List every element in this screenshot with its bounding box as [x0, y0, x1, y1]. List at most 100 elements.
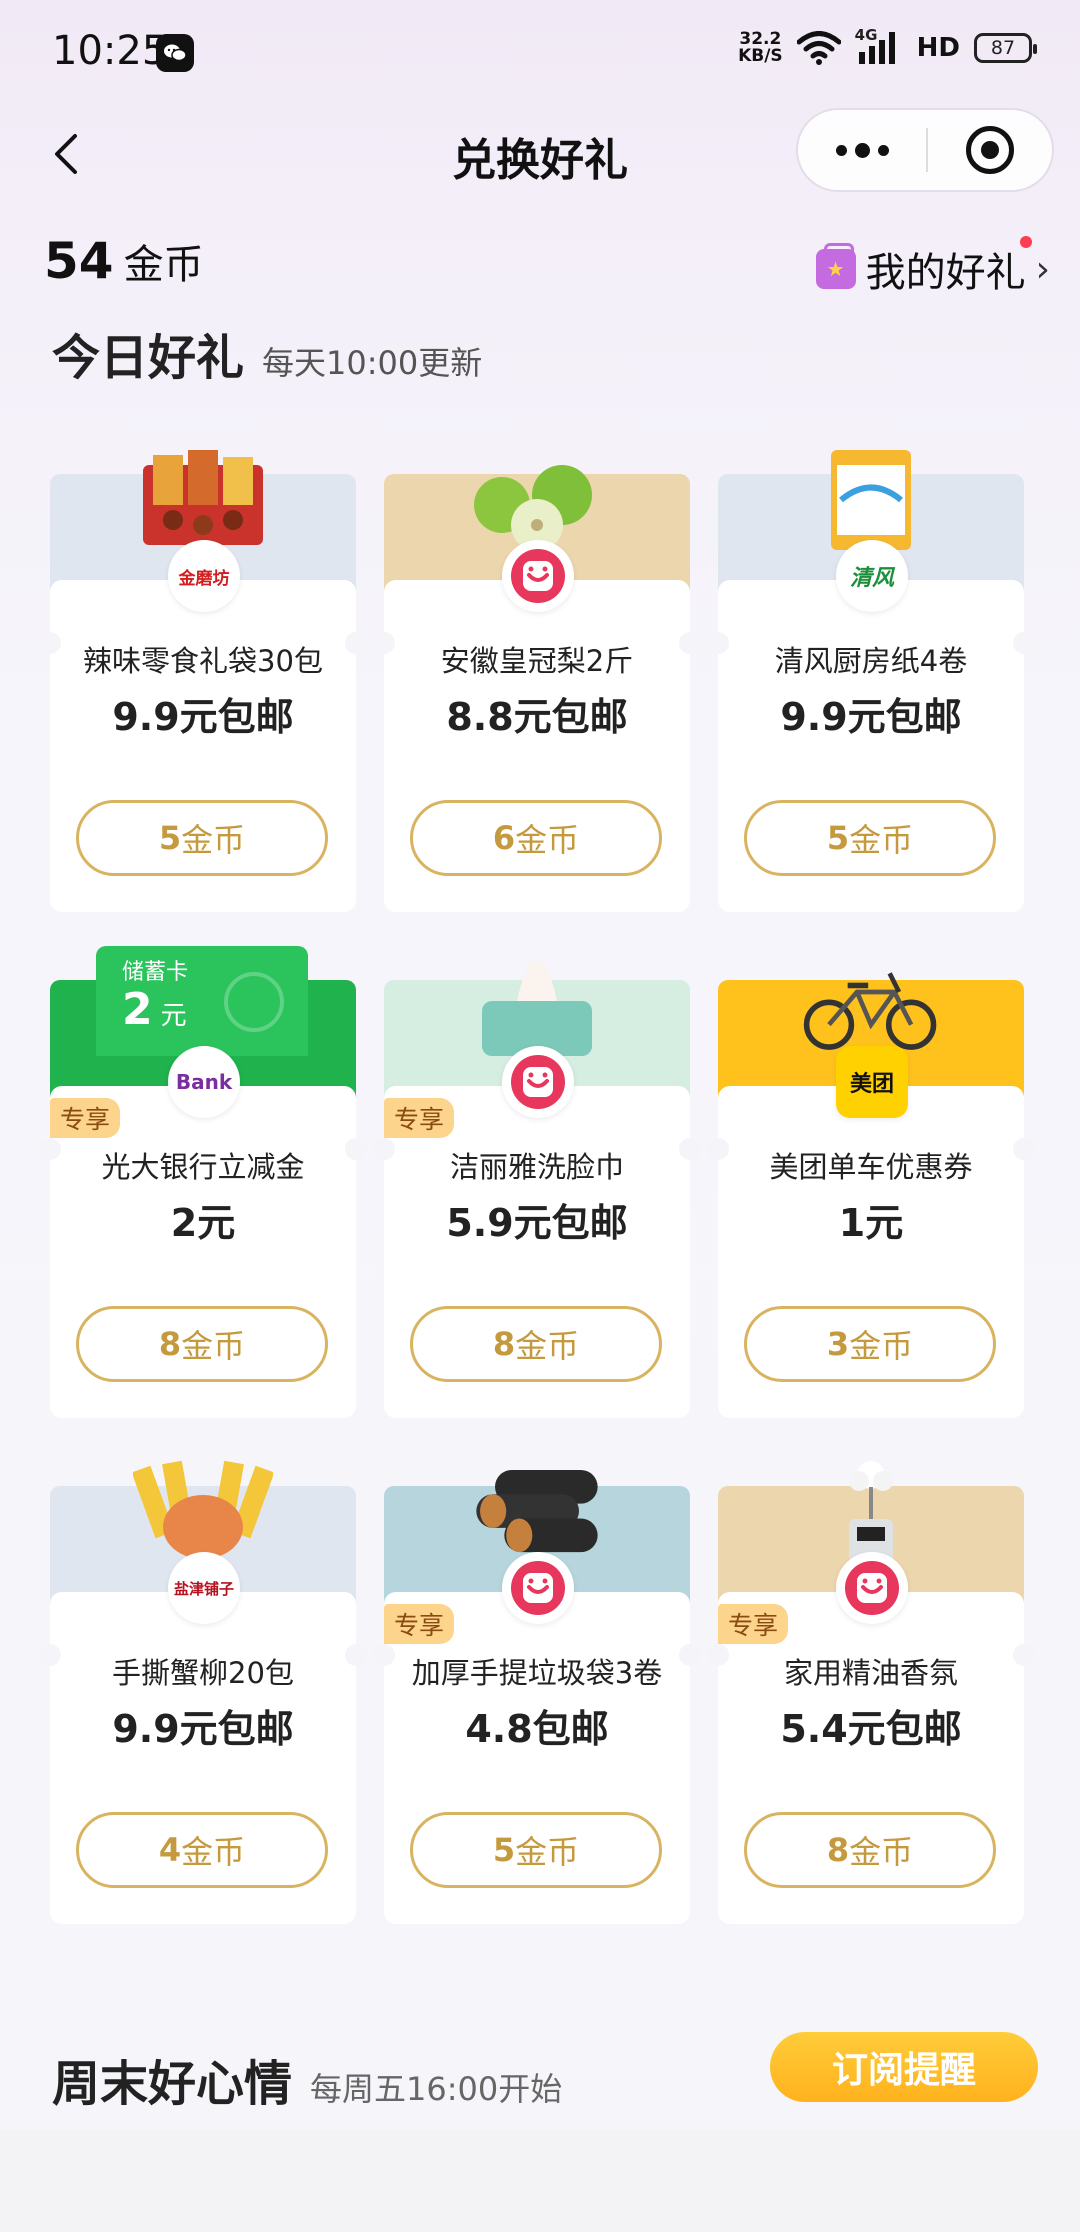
notification-dot [1019, 236, 1032, 248]
exclusive-tag: 专享 [718, 1604, 789, 1644]
hd-indicator: HD [916, 33, 960, 63]
redeem-coins: 4 [158, 1831, 182, 1869]
close-miniprogram-button[interactable] [928, 126, 1052, 174]
redeem-unit: 金币 [515, 1327, 580, 1365]
redeem-unit: 金币 [515, 821, 580, 859]
redeem-coins: 8 [826, 1831, 850, 1869]
smile-logo-icon [502, 1552, 574, 1624]
redeem-unit: 金币 [181, 1833, 246, 1871]
gift-name: 光大银行立减金 [101, 1150, 305, 1184]
redeem-button[interactable]: 5 金币 [744, 800, 996, 876]
wechat-icon [156, 34, 194, 72]
gift-price: 9.9元包邮 [112, 1707, 294, 1751]
exclusive-tag: 专享 [50, 1098, 121, 1138]
redeem-button[interactable]: 8 金币 [744, 1812, 996, 1888]
brand-logo-text: 盐津铺子 [173, 1579, 234, 1598]
voucher-amount: 2 元 [122, 984, 187, 1035]
gift-name: 美团单车优惠券 [769, 1150, 973, 1184]
voucher-amount-unit: 元 [160, 1001, 187, 1031]
brand-logo-text: 清风 [849, 566, 894, 591]
redeem-button[interactable]: 8 金币 [76, 1306, 328, 1382]
signal-icon: 4G [855, 26, 903, 66]
gift-price: 4.8包邮 [465, 1707, 609, 1751]
gift-price: 8.8元包邮 [446, 695, 628, 739]
brand-logo-text: 美团 [849, 1072, 894, 1097]
battery-indicator: 87 [974, 33, 1037, 63]
gift-price: 9.9元包邮 [780, 695, 962, 739]
redeem-coins: 5 [492, 1831, 516, 1869]
redeem-button[interactable]: 5 金币 [76, 800, 328, 876]
redeem-unit: 金币 [515, 1833, 580, 1871]
exclusive-tag: 专享 [384, 1604, 455, 1644]
gift-price: 5.4元包邮 [780, 1707, 962, 1751]
chevron-right-icon: › [1035, 248, 1050, 290]
coin-balance-unit: 金币 [123, 242, 204, 288]
voucher-amount-value: 2 [122, 984, 153, 1035]
exclusive-tag: 专享 [384, 1098, 455, 1138]
brand-logo-text: 金磨坊 [178, 568, 230, 589]
net-speed-unit: KB/S [738, 46, 783, 66]
gift-price: 9.9元包邮 [112, 695, 294, 739]
brand-logo-text: Bank [175, 1070, 233, 1094]
smile-logo-icon [502, 1046, 574, 1118]
redeem-coins: 3 [826, 1325, 850, 1363]
redeem-coins: 5 [826, 819, 850, 857]
net-speed: 32.2 KB/S [738, 31, 783, 65]
section-subtitle: 每天10:00更新 [262, 344, 483, 382]
gift-price: 5.9元包邮 [446, 1201, 628, 1245]
brand-logo: 清风 [836, 540, 908, 612]
gift-name: 手撕蟹柳20包 [112, 1656, 294, 1690]
redeem-unit: 金币 [849, 1833, 914, 1871]
voucher-label: 储蓄卡 [122, 960, 189, 985]
brand-logo: 金磨坊 [168, 540, 240, 612]
brand-logo: 盐津铺子 [168, 1552, 240, 1624]
more-menu-button[interactable] [798, 110, 926, 190]
meituan-logo: 美团 [836, 1046, 908, 1118]
redeem-coins: 5 [158, 819, 182, 857]
redeem-unit: 金币 [849, 821, 914, 859]
gift-name: 安徽皇冠梨2斤 [440, 644, 634, 678]
gift-price: 2元 [170, 1201, 236, 1245]
weekend-subtitle: 每周五16:00开始 [310, 2070, 563, 2108]
redeem-coins: 8 [158, 1325, 182, 1363]
redeem-unit: 金币 [181, 821, 246, 859]
my-gifts-link[interactable]: ★ 我的好礼 › [815, 236, 1050, 298]
gift-name: 家用精油香氛 [783, 1656, 958, 1690]
redeem-unit: 金币 [849, 1327, 914, 1365]
clock: 10:25 [52, 28, 168, 74]
redeem-coins: 8 [492, 1325, 516, 1363]
redeem-button[interactable]: 5 金币 [410, 1812, 662, 1888]
bank-logo: Bank [168, 1046, 240, 1118]
smile-logo-icon [836, 1552, 908, 1624]
smile-logo-icon [502, 540, 574, 612]
redeem-unit: 金币 [181, 1327, 246, 1365]
redeem-coins: 6 [492, 819, 516, 857]
coin-balance: 54 金币 [44, 232, 204, 290]
voucher-ticket: 储蓄卡 2 元 [96, 946, 308, 1056]
bottom-area [0, 2130, 1080, 2232]
gift-name: 洁丽雅洗脸巾 [449, 1150, 624, 1184]
gift-name: 辣味零食礼袋30包 [83, 644, 323, 678]
redeem-button[interactable]: 8 金币 [410, 1306, 662, 1382]
redeem-button[interactable]: 6 金币 [410, 800, 662, 876]
my-gifts-text: 我的好礼 [865, 250, 1026, 296]
coin-balance-value: 54 [44, 232, 114, 290]
nav-bar: 兑换好礼 [0, 108, 1080, 200]
target-icon [966, 126, 1014, 174]
weekend-header: 周末好心情 每周五16:00开始 [52, 2044, 562, 2114]
my-gifts-label: 我的好礼 [865, 236, 1032, 298]
gift-name: 清风厨房纸4卷 [774, 644, 968, 678]
gift-price: 1元 [838, 1201, 904, 1245]
wifi-icon [796, 31, 841, 65]
miniprogram-capsule [796, 108, 1054, 192]
subscribe-reminder-button[interactable]: 订阅提醒 [770, 2032, 1038, 2102]
check-icon [224, 972, 284, 1032]
status-bar: 10:25 32.2 KB/S 4G HD 87 [0, 0, 1080, 108]
section-title: 今日好礼 [52, 330, 245, 386]
redeem-button[interactable]: 4 金币 [76, 1812, 328, 1888]
today-gifts-header: 今日好礼 每天10:00更新 [52, 318, 482, 388]
gift-box-icon: ★ [815, 243, 856, 289]
redeem-button[interactable]: 3 金币 [744, 1306, 996, 1382]
gift-name: 加厚手提垃圾袋3卷 [411, 1656, 663, 1690]
weekend-title: 周末好心情 [52, 2056, 293, 2112]
